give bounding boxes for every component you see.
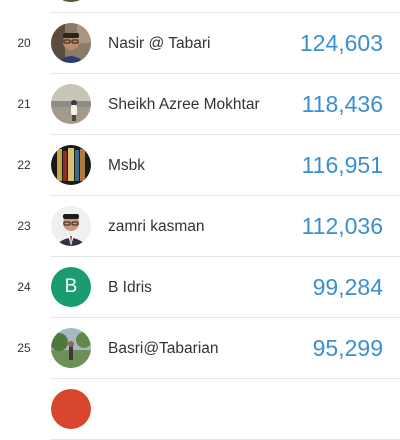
rank-number: 23 <box>17 219 31 233</box>
leaderboard-list: 20 Nasir @ Tabari 124,603 21 Sheikh Azre… <box>0 0 400 440</box>
player-score: 112,036 <box>301 213 383 239</box>
leaderboard-row[interactable]: 22 Msbk 116,951 <box>0 135 400 196</box>
rank-number: 20 <box>17 36 31 50</box>
avatar-photo-man-glasses-icon <box>51 23 91 63</box>
leaderboard-row[interactable]: 25 Basri@Tabarian 95,299 <box>0 318 400 379</box>
player-name: Nasir @ Tabari <box>108 35 211 52</box>
leaderboard-row[interactable]: 23 zamri kasman 112,036 <box>0 196 400 257</box>
player-name: Basri@Tabarian <box>108 340 219 357</box>
rank-number <box>10 0 38 13</box>
rank-number: 25 <box>17 341 31 355</box>
leaderboard-row[interactable] <box>0 0 400 13</box>
player-score: 118,436 <box>301 91 383 117</box>
rank-number: 22 <box>17 158 31 172</box>
player-name: Msbk <box>108 157 146 174</box>
player-name: zamri kasman <box>108 218 205 235</box>
rank-number: 24 <box>17 280 31 294</box>
player-name: B Idris <box>108 279 152 296</box>
avatar-photo-cutoff-icon <box>51 0 91 2</box>
leaderboard-row[interactable]: 20 Nasir @ Tabari 124,603 <box>0 13 400 74</box>
avatar[interactable] <box>51 0 91 2</box>
player-score: 95,299 <box>312 335 383 361</box>
avatar-partial-icon <box>51 389 91 429</box>
avatar[interactable] <box>51 84 91 124</box>
player-name: Sheikh Azree Mokhtar <box>108 96 260 113</box>
leaderboard-row[interactable] <box>0 379 400 440</box>
rank-number: 21 <box>17 97 31 111</box>
leaderboard-row[interactable]: 24 B B Idris 99,284 <box>0 257 400 318</box>
leaderboard-row[interactable]: 21 Sheikh Azree Mokhtar 118,436 <box>0 74 400 135</box>
avatar-photo-outdoor-icon <box>51 328 91 368</box>
rank-number <box>10 379 38 440</box>
avatar[interactable] <box>51 206 91 246</box>
avatar[interactable] <box>51 145 91 185</box>
avatar-photo-books-icon <box>51 145 91 185</box>
avatar-letter-icon: B <box>64 276 78 297</box>
avatar[interactable] <box>51 23 91 63</box>
player-score: 124,603 <box>299 30 383 56</box>
player-score: 99,284 <box>312 274 383 300</box>
avatar[interactable] <box>51 389 91 429</box>
avatar[interactable]: B <box>51 267 91 307</box>
avatar-photo-beach-icon <box>51 84 91 124</box>
avatar-photo-man-suit-icon <box>51 206 91 246</box>
player-score: 116,951 <box>301 152 383 178</box>
avatar[interactable] <box>51 328 91 368</box>
